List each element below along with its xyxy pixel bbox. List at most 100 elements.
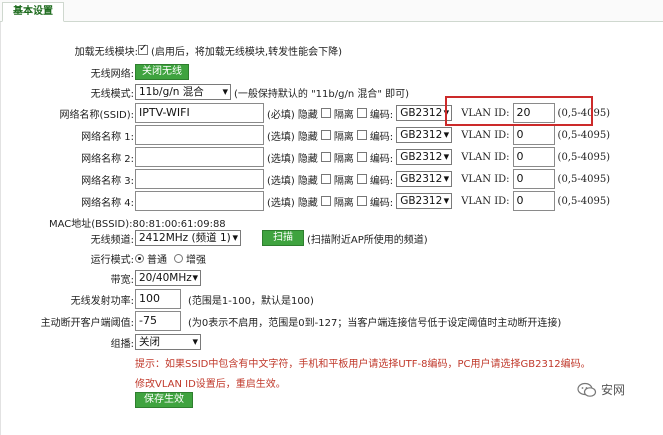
ssid-label: 网络名称(SSID): [59,109,134,121]
watermark-text: 安网 [601,383,626,397]
ssid-note: (选填) [267,131,295,143]
ssid-note: (选填) [267,175,295,187]
row-tx-power: 无线发射功率: 100 (范围是1-100，默认是100) [1,288,663,310]
row-run-mode: 运行模式: 普通 增强 [1,248,663,268]
ssid-input[interactable]: IPTV-WIFI [135,103,264,123]
encoding-select[interactable]: GB2312 [396,127,453,143]
scan-hint: (扫描附近AP所使用的频道) [307,234,428,246]
encoding-label: 编码: [369,131,394,143]
channel-label: 无线频道: [90,234,134,246]
hidden-checkbox[interactable] [320,174,331,184]
run-mode-normal-radio[interactable] [135,253,144,263]
hidden-checkbox[interactable] [320,152,331,162]
vlan-highlight-box [445,96,593,126]
isolate-checkbox[interactable] [356,108,367,118]
isolate-label: 隔离 [333,131,354,143]
ssid-label: 网络名称 3: [81,175,134,187]
save-apply-button[interactable]: 保存生效 [135,392,193,408]
wireless-module-label: 加载无线模块: [74,46,138,58]
row-bandwidth: 带宽: 20/40MHz [1,268,663,288]
note-encoding-text: 提示：如果SSID中包含有中文字符，手机和平板用户请选择UTF-8编码，PC用户… [135,358,591,370]
run-mode-normal-label: 普通 [147,254,167,266]
ssid-note: (必填) [267,109,295,121]
isolate-label: 隔离 [333,175,354,187]
ssid-input[interactable] [135,169,264,189]
bandwidth-select[interactable]: 20/40MHz [135,270,201,286]
hidden-label: 隐藏 [297,197,318,209]
ssid-input[interactable] [135,147,264,167]
encoding-select[interactable]: GB2312 [396,105,453,121]
isolate-checkbox[interactable] [356,196,367,206]
wechat-icon [577,382,597,398]
scan-button[interactable]: 扫描 [262,230,304,246]
tx-power-input[interactable]: 100 [135,289,181,309]
note-encoding: 提示：如果SSID中包含有中文字符，手机和平板用户请选择UTF-8编码，PC用户… [135,352,591,372]
hidden-checkbox[interactable] [320,196,331,206]
isolate-checkbox[interactable] [356,152,367,162]
isolate-label: 隔离 [333,109,354,121]
run-mode-enhanced-label: 增强 [186,254,206,266]
tx-power-label: 无线发射功率: [70,295,134,307]
multicast-select[interactable]: 关闭 [135,334,201,350]
ssid-label: 网络名称 2: [81,153,134,165]
encoding-select[interactable]: GB2312 [396,193,453,209]
isolate-checkbox[interactable] [356,174,367,184]
ssid-input[interactable] [135,125,264,145]
tab-bar: 基本设置 [0,0,663,22]
isolate-label: 隔离 [333,153,354,165]
isolate-label: 隔离 [333,197,354,209]
vlan-range: (0,5-4095) [557,173,611,185]
row-ssid-4: 网络名称 4: (选填) 隐藏 隔离 编码: GB2312 VLAN ID: 0… [1,190,663,212]
vlan-id-label: VLAN ID: [461,129,510,141]
hidden-label: 隐藏 [297,109,318,121]
vlan-id-input[interactable]: 0 [512,191,555,211]
watermark: 安网 [577,381,625,398]
row-multicast: 组播: 关闭 [1,332,663,352]
ssid-label: 网络名称 1: [81,131,134,143]
row-wireless-module: 加载无线模块: (启用后，将加载无线模块,转发性能会下降) [1,40,663,60]
wireless-module-checkbox[interactable] [138,43,148,55]
bandwidth-label: 带宽: [110,274,134,286]
encoding-select[interactable]: GB2312 [396,149,453,165]
row-disconnect-threshold: 主动断开客户端阈值: -75 (为0表示不启用，范围是0到-127；当客户端连接… [1,310,663,332]
run-mode-enhanced-radio[interactable] [174,253,183,263]
encoding-label: 编码: [369,197,394,209]
tab-basic-settings[interactable]: 基本设置 [2,2,64,22]
ssid-input[interactable] [135,191,264,211]
wireless-mode-label: 无线模式: [90,88,134,100]
wireless-module-hint: (启用后，将加载无线模块,转发性能会下降) [151,46,342,58]
hidden-label: 隐藏 [297,153,318,165]
row-wireless-network: 无线网络: 关闭无线 [1,62,663,82]
encoding-label: 编码: [369,153,394,165]
hidden-checkbox[interactable] [320,130,331,140]
disconnect-threshold-label: 主动断开客户端阈值: [40,317,134,329]
vlan-id-input[interactable]: 0 [512,125,555,145]
row-channel: 无线频道: 2412MHz (频道 1) 扫描 (扫描附近AP所使用的频道) [1,228,663,248]
vlan-range: (0,5-4095) [557,195,611,207]
multicast-label: 组播: [110,338,134,350]
tx-power-hint: (范围是1-100，默认是100) [188,295,314,307]
note-vlan-text: 修改VLAN ID设置后，重启生效。 [135,378,286,390]
disable-wireless-button[interactable]: 关闭无线 [135,64,189,80]
ssid-note: (选填) [267,197,295,209]
disconnect-threshold-input[interactable]: -75 [135,311,181,331]
isolate-checkbox[interactable] [356,130,367,140]
vlan-id-input[interactable]: 0 [512,169,555,189]
encoding-select[interactable]: GB2312 [396,171,453,187]
run-mode-label: 运行模式: [90,254,134,266]
ssid-label: 网络名称 4: [81,197,134,209]
wireless-mode-select[interactable]: 11b/g/n 混合 [135,84,231,100]
hidden-label: 隐藏 [297,175,318,187]
disconnect-threshold-hint: (为0表示不启用，范围是0到-127；当客户端连接信号低于设定阈值时主动断开连接… [188,317,562,329]
channel-select[interactable]: 2412MHz (频道 1) [135,230,241,246]
row-ssid-3: 网络名称 3: (选填) 隐藏 隔离 编码: GB2312 VLAN ID: 0… [1,168,663,190]
row-ssid-1: 网络名称 1: (选填) 隐藏 隔离 编码: GB2312 VLAN ID: 0… [1,124,663,146]
ssid-note: (选填) [267,153,295,165]
row-ssid-2: 网络名称 2: (选填) 隐藏 隔离 编码: GB2312 VLAN ID: 0… [1,146,663,168]
encoding-label: 编码: [369,175,394,187]
note-vlan: 修改VLAN ID设置后，重启生效。 [135,372,286,392]
hidden-checkbox[interactable] [320,108,331,118]
row-save: 保存生效 [135,390,193,410]
vlan-id-input[interactable]: 0 [512,147,555,167]
wireless-mode-hint: (一般保持默认的 "11b/g/n 混合" 即可) [234,88,410,100]
